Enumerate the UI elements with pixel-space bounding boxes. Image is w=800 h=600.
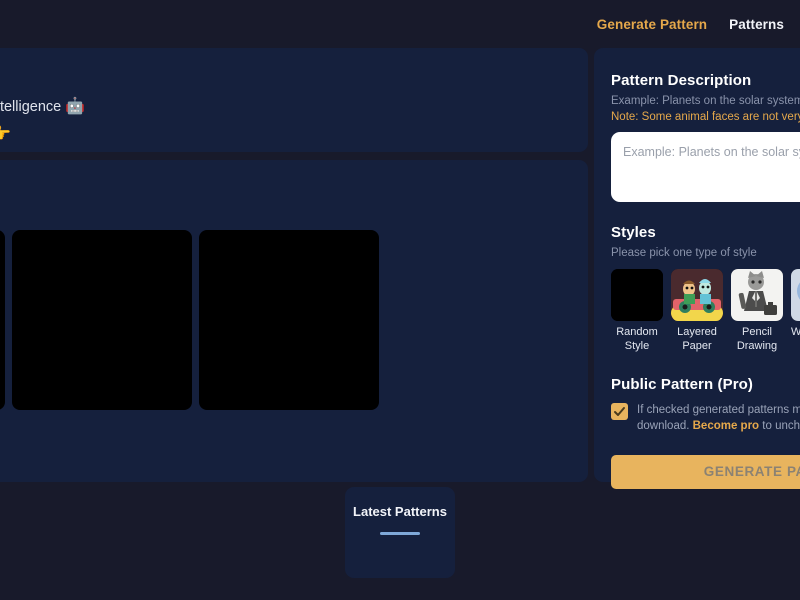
banner-title: rn Maker AI! 🖼️ — [0, 66, 566, 90]
nav-link-generate-pattern[interactable]: Generate Pattern — [597, 17, 707, 32]
latest-patterns-card: Latest Patterns — [345, 487, 455, 578]
generate-pattern-button[interactable]: GENERATE PATTE — [611, 454, 800, 489]
become-pro-link[interactable]: Become pro — [693, 420, 759, 432]
styles-hint: Please pick one type of style — [611, 247, 757, 259]
styles-section: Styles Please pick one type of style Ran… — [611, 224, 800, 354]
style-option-layered-paper[interactable]: Layered Paper — [671, 269, 723, 354]
random-style-thumbnail-icon — [611, 269, 663, 321]
generate-form-card: Pattern Description Example: Planets on … — [594, 48, 800, 489]
checkmark-icon — [614, 406, 625, 416]
pattern-description-hint: Example: Planets on the solar system — [611, 95, 800, 107]
style-option-pencil-drawing[interactable]: Pencil Drawing — [731, 269, 783, 354]
nav-link-patterns[interactable]: Patterns — [729, 17, 784, 32]
banner-subline-2: count to get some free credits 👉 — [0, 125, 566, 146]
style-option-random-style[interactable]: Random Style — [611, 269, 663, 354]
pattern-description-note: Note: Some animal faces are not very wel… — [611, 111, 800, 123]
right-column: Pattern Description Example: Planets on … — [594, 48, 800, 489]
banner-subline-1: attern concepts using Artificial Intelli… — [0, 97, 566, 118]
pattern-gallery-card — [0, 160, 588, 482]
style-option-label: Pencil Drawing — [736, 326, 778, 352]
style-option-label: Random Style — [616, 326, 658, 352]
public-pattern-check-row: If checked generated patterns may bec do… — [611, 402, 800, 435]
public-pattern-title: Public Pattern (Pro) — [611, 375, 754, 393]
layered-paper-thumbnail-icon — [671, 269, 723, 321]
pointing-hand-icon: 👉 — [0, 125, 11, 143]
style-option-watercolor[interactable]: Watercolor — [791, 269, 800, 354]
public-pattern-section: Public Pattern (Pro) If checked generate… — [611, 376, 800, 435]
styles-title: Styles — [611, 224, 656, 241]
robot-icon: 🤖 — [65, 97, 86, 115]
pencil-drawing-thumbnail-icon — [731, 269, 783, 321]
left-column: rn Maker AI! 🖼️ attern concepts using Ar… — [0, 48, 588, 482]
pattern-placeholder-card[interactable] — [0, 230, 5, 410]
pattern-gallery-row — [0, 230, 588, 410]
latest-patterns-title: Latest Patterns — [353, 504, 447, 519]
banner-subline-1-text: attern concepts using Artificial Intelli… — [0, 98, 62, 115]
style-option-label: Layered Paper — [677, 326, 717, 352]
pattern-placeholder-card[interactable] — [12, 230, 192, 410]
nav-links: Generate Pattern Patterns — [597, 17, 784, 32]
pattern-description-title: Pattern Description — [611, 72, 752, 89]
pattern-placeholder-card[interactable] — [199, 230, 379, 410]
pattern-description-input[interactable] — [611, 132, 800, 202]
welcome-banner-card: rn Maker AI! 🖼️ attern concepts using Ar… — [0, 48, 588, 152]
style-option-label: Watercolor — [791, 326, 800, 338]
public-pattern-text-line2-after: to uncheck. — [762, 420, 800, 433]
public-pattern-checkbox[interactable] — [611, 402, 628, 420]
public-pattern-text-line1: If checked generated patterns may bec — [637, 403, 800, 416]
top-navbar: Generate Pattern Patterns — [0, 0, 800, 48]
public-pattern-description: If checked generated patterns may bec do… — [637, 402, 800, 435]
watercolor-thumbnail-icon — [791, 269, 800, 321]
public-pattern-text-line2-before: download. — [637, 420, 693, 433]
latest-patterns-underline — [380, 532, 420, 535]
styles-row: Random Style Layered Paper Pencil Drawin… — [611, 269, 800, 354]
